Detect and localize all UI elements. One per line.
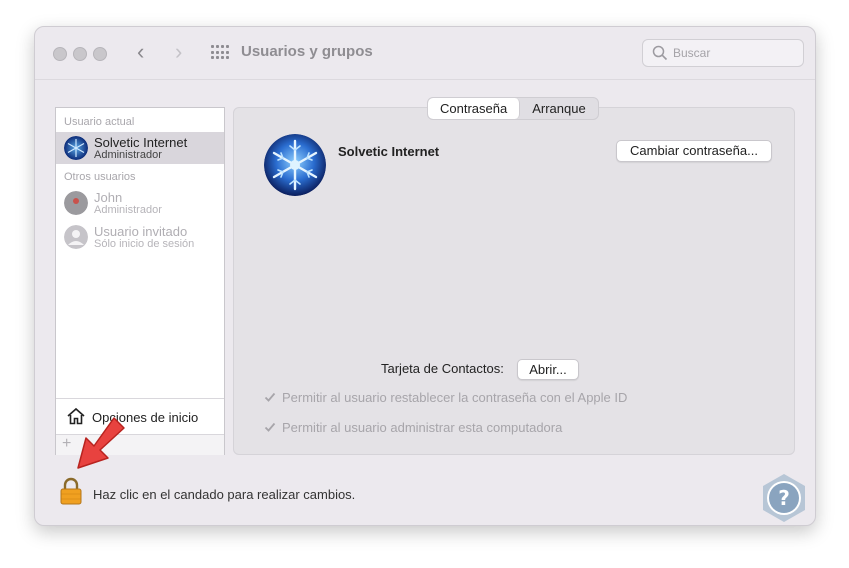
red-arrow-icon — [77, 417, 125, 469]
zoom-window-button[interactable] — [93, 47, 107, 61]
forward-button[interactable]: › — [175, 41, 182, 63]
search-icon — [652, 45, 668, 61]
lock-hint-text: Haz clic en el candado para realizar cam… — [93, 487, 356, 502]
user-role: Administrador — [94, 149, 162, 161]
contact-card-label: Tarjeta de Contactos: — [381, 361, 504, 376]
svg-text:?: ? — [778, 486, 790, 510]
tab-password[interactable]: Contraseña — [428, 98, 521, 119]
user-row-solvetic[interactable]: Solvetic Internet Administrador — [56, 132, 224, 164]
snowflake-large-avatar-icon[interactable] — [264, 134, 326, 196]
checkmark-icon — [264, 421, 276, 433]
user-name: Solvetic Internet — [94, 135, 188, 150]
change-password-button[interactable]: Cambiar contraseña... — [616, 140, 772, 162]
user-role: Sólo inicio de sesión — [94, 238, 195, 250]
guest-avatar-icon — [64, 225, 88, 249]
show-all-grid-icon[interactable] — [211, 45, 229, 60]
selected-user-name: Solvetic Internet — [338, 144, 440, 159]
search-field[interactable]: Buscar — [642, 39, 804, 67]
user-row-guest[interactable]: Usuario invitado Sólo inicio de sesión — [56, 221, 224, 253]
snowflake-avatar-icon — [64, 136, 88, 160]
preferences-window: ‹ › Usuarios y grupos Buscar Usuario act… — [34, 26, 816, 526]
window-title: Usuarios y grupos — [241, 43, 373, 60]
search-placeholder: Buscar — [673, 46, 711, 60]
user-role: Administrador — [94, 204, 162, 216]
user-row-john[interactable]: John Administrador — [56, 187, 224, 219]
checkmark-icon — [264, 391, 276, 403]
user-details-panel: Solvetic Internet Cambiar contraseña... … — [233, 107, 795, 455]
back-button[interactable]: ‹ — [137, 41, 144, 63]
user-name: John — [94, 190, 123, 205]
flower-avatar-icon — [64, 191, 88, 215]
users-list: Usuario actual Solvetic Internet Adminis… — [55, 107, 225, 455]
user-name: Usuario invitado — [94, 224, 188, 239]
tab-bar: Contraseña Arranque — [427, 97, 599, 120]
tab-login-items[interactable]: Arranque — [520, 98, 597, 119]
help-question-icon[interactable]: ? — [758, 472, 810, 524]
close-window-button[interactable] — [53, 47, 67, 61]
padlock-icon[interactable] — [60, 477, 82, 505]
admin-label: Permitir al usuario administrar esta com… — [282, 420, 563, 435]
other-users-header: Otros usuarios — [64, 171, 136, 183]
admin-checkbox[interactable]: Permitir al usuario administrar esta com… — [264, 420, 562, 435]
reset-password-checkbox[interactable]: Permitir al usuario restablecer la contr… — [264, 390, 627, 405]
title-bar: ‹ › Usuarios y grupos Buscar — [35, 27, 815, 80]
minimize-window-button[interactable] — [73, 47, 87, 61]
current-user-header: Usuario actual — [64, 116, 135, 128]
reset-password-label: Permitir al usuario restablecer la contr… — [282, 390, 628, 405]
open-contact-button[interactable]: Abrir... — [517, 359, 579, 380]
